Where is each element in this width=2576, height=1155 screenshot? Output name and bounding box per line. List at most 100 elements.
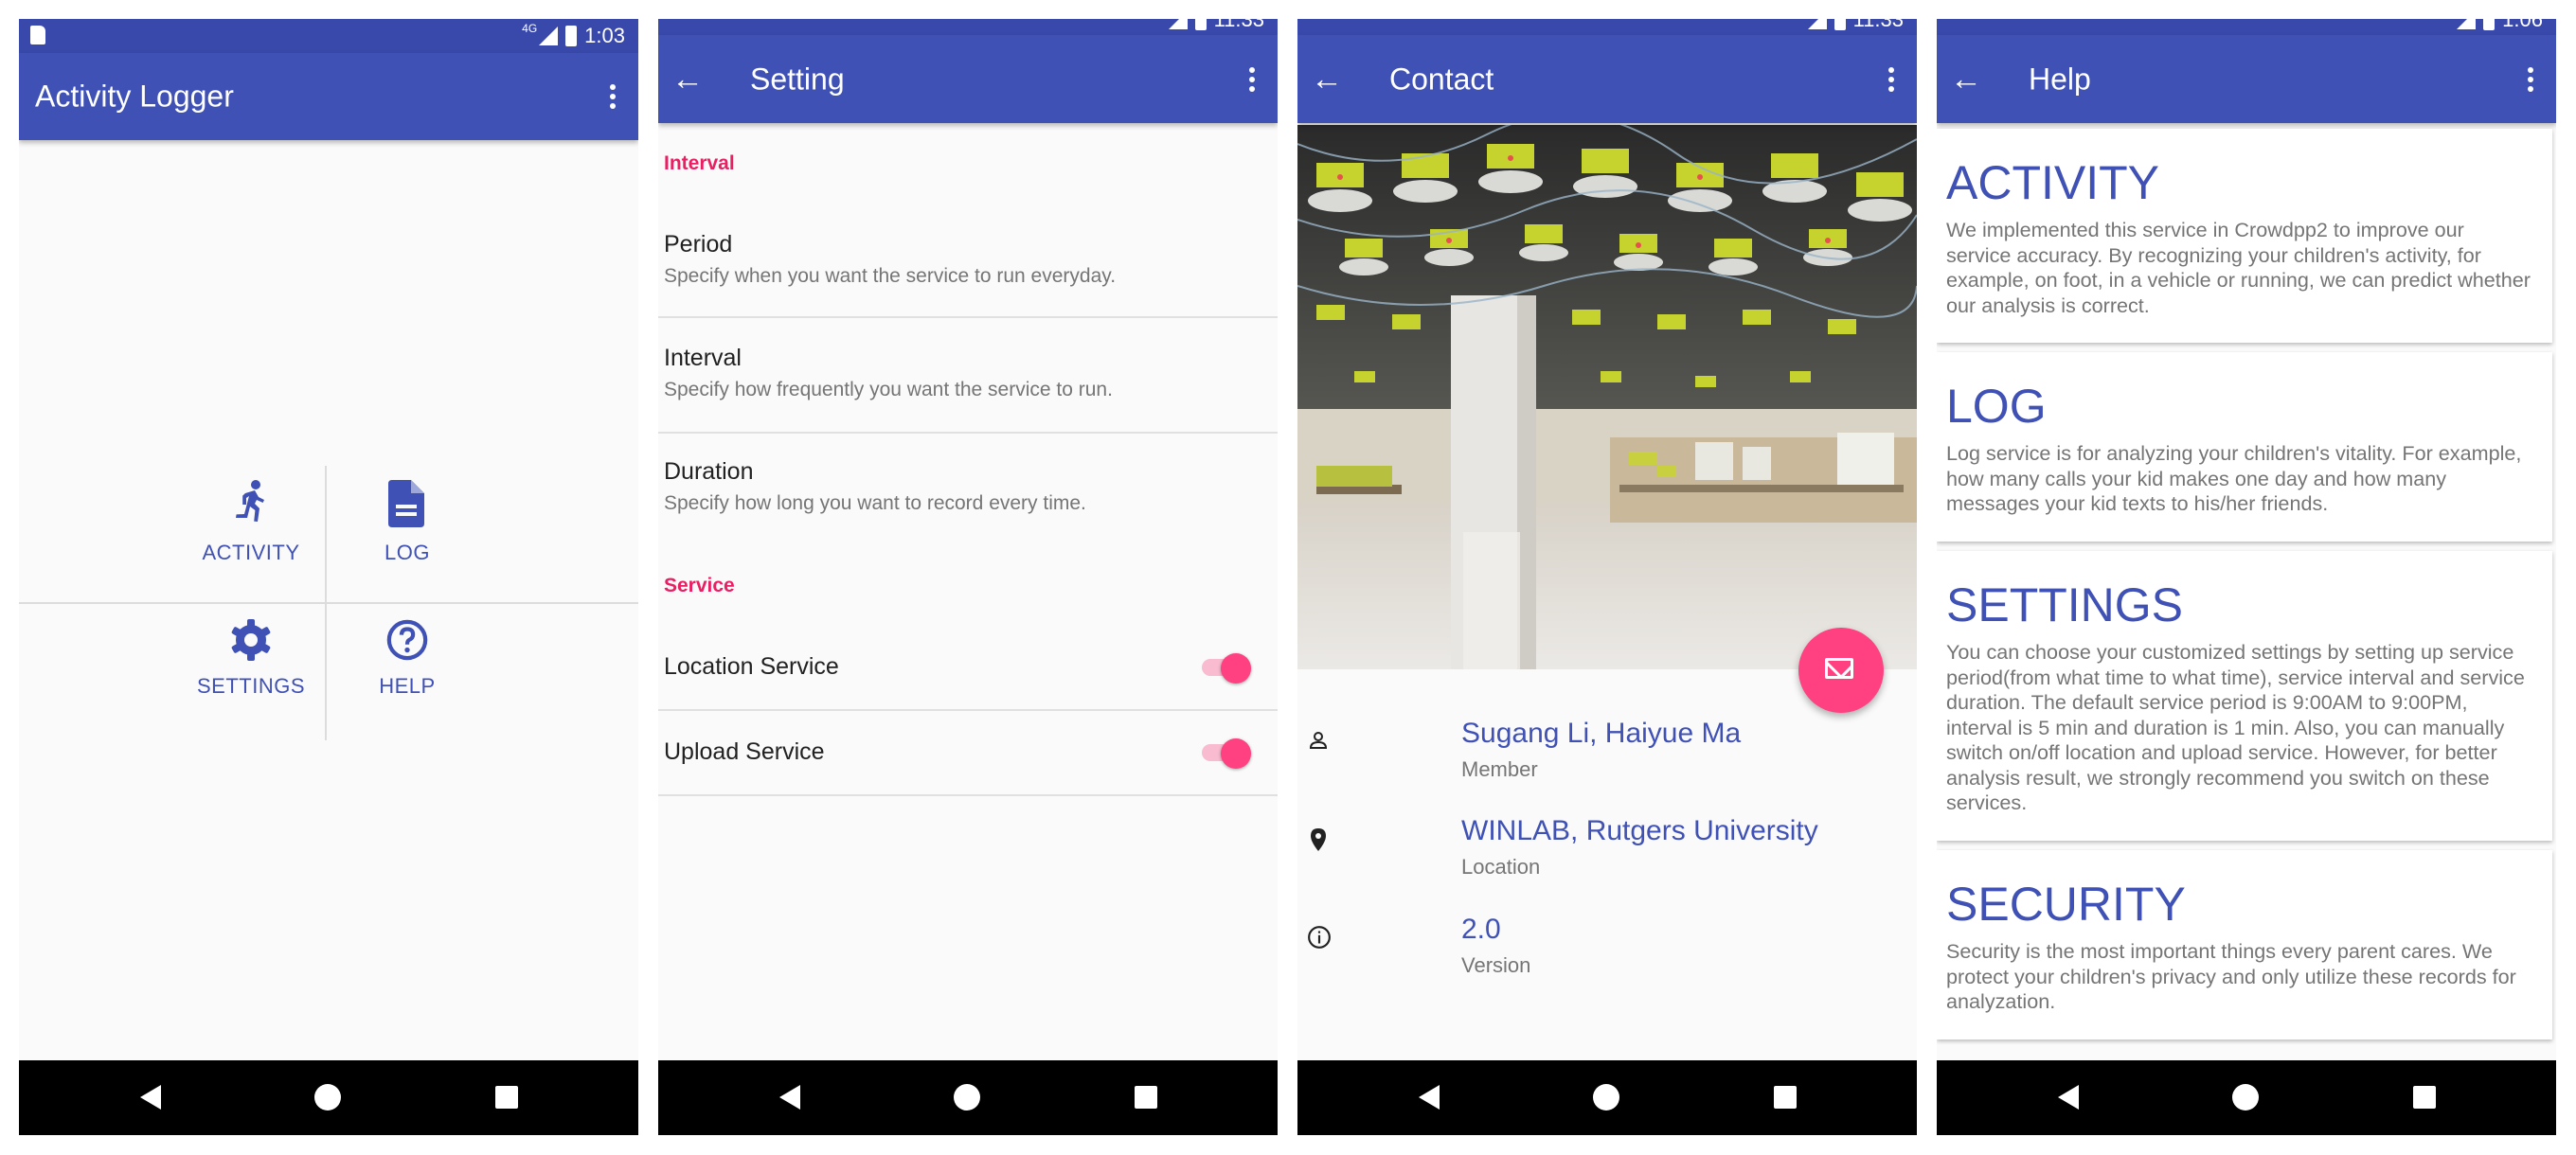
nav-back-icon[interactable] — [1419, 1085, 1440, 1110]
battery-icon — [1834, 19, 1846, 30]
overflow-menu-icon[interactable] — [1888, 63, 1894, 96]
category-service: Service — [664, 575, 735, 596]
help-card-settings: SETTINGS You can choose your customized … — [1937, 551, 2552, 841]
app-bar: Activity Logger — [19, 53, 638, 140]
card-body: Log service is for analyzing your childr… — [1946, 441, 2522, 515]
pref-title: Interval — [664, 345, 742, 371]
upload-service-toggle[interactable] — [1198, 738, 1251, 769]
email-fab[interactable] — [1798, 628, 1884, 713]
overflow-menu-icon[interactable] — [1249, 63, 1255, 96]
pref-title: Location Service — [664, 653, 839, 680]
battery-icon — [1194, 19, 1207, 30]
sd-card-icon — [30, 26, 45, 44]
pref-summary: Specify how frequently you want the serv… — [664, 379, 1113, 400]
system-nav-bar — [658, 1060, 1278, 1135]
status-clock: 1:06 — [2502, 19, 2543, 31]
location-value: WINLAB, Rutgers University — [1461, 815, 1818, 846]
card-heading: SETTINGS — [1946, 578, 2184, 631]
pref-upload-service[interactable]: Upload Service — [658, 711, 1278, 796]
log-button[interactable]: LOG — [341, 478, 474, 565]
overflow-menu-icon[interactable] — [610, 80, 616, 113]
status-bar: 4G 1:03 — [19, 19, 638, 53]
app-bar: ← Help — [1937, 35, 2556, 123]
battery-icon — [2483, 19, 2496, 30]
battery-icon — [565, 26, 578, 46]
pref-title: Upload Service — [664, 738, 825, 765]
back-arrow-icon[interactable]: ← — [1950, 61, 1982, 98]
pref-duration[interactable]: Duration Specify how long you want to re… — [658, 434, 1278, 547]
status-clock: 11:33 — [1852, 19, 1904, 31]
grid-divider — [325, 466, 327, 602]
contact-member-row: Sugang Li, Haiyue Ma Member — [1297, 718, 1917, 803]
location-pin-icon — [1311, 828, 1326, 851]
location-service-toggle[interactable] — [1198, 653, 1251, 684]
nav-home-icon[interactable] — [2232, 1084, 2259, 1111]
activity-button[interactable]: ACTIVITY — [194, 478, 308, 565]
contact-location-row: WINLAB, Rutgers University Location — [1297, 815, 1917, 900]
contact-screen: 11:33 ← Contact Sugang Li, Haiyue Ma Mem… — [1297, 19, 1917, 1135]
help-button[interactable]: HELP — [341, 617, 474, 699]
grid-divider — [19, 602, 638, 604]
pref-interval[interactable]: Interval Specify how frequently you want… — [658, 318, 1278, 434]
gear-icon — [231, 619, 271, 661]
nav-recents-icon[interactable] — [1774, 1086, 1797, 1109]
nav-recents-icon[interactable] — [2413, 1086, 2436, 1109]
page-title: Contact — [1389, 62, 1494, 96]
nav-back-icon[interactable] — [2058, 1085, 2079, 1110]
nav-home-icon[interactable] — [314, 1084, 341, 1111]
grid-divider — [325, 604, 327, 740]
system-nav-bar — [1937, 1060, 2556, 1135]
card-heading: LOG — [1946, 380, 2047, 433]
signal-icon — [2457, 19, 2477, 29]
log-label: LOG — [385, 541, 430, 564]
pref-summary: Specify when you want the service to run… — [664, 265, 1117, 287]
app-bar: ← Setting — [658, 35, 1278, 123]
card-body: We implemented this service in Crowdpp2 … — [1946, 218, 2531, 317]
status-bar: 11:33 — [1297, 19, 1917, 35]
pref-title: Duration — [664, 458, 754, 485]
signal-icon — [1807, 19, 1827, 29]
help-screen: 1:06 ← Help ACTIVITY We implemented this… — [1937, 19, 2556, 1135]
help-label: HELP — [379, 674, 436, 698]
nav-recents-icon[interactable] — [495, 1086, 518, 1109]
info-icon — [1308, 926, 1331, 949]
status-bar: 1:06 — [1937, 19, 2556, 35]
settings-screen: 11:33 ← Setting Interval Period Specify … — [658, 19, 1278, 1135]
pref-period[interactable]: Period Specify when you want the service… — [658, 208, 1278, 318]
help-card-log: LOG Log service is for analyzing your ch… — [1937, 352, 2552, 542]
card-body: Security is the most important things ev… — [1946, 939, 2516, 1013]
card-heading: ACTIVITY — [1946, 156, 2160, 209]
status-clock: 1:03 — [584, 24, 625, 47]
nav-home-icon[interactable] — [1593, 1084, 1619, 1111]
nav-back-icon[interactable] — [779, 1085, 800, 1110]
nav-home-icon[interactable] — [954, 1084, 980, 1111]
back-arrow-icon[interactable]: ← — [1311, 61, 1343, 98]
home-screen: 4G 1:03 Activity Logger ACTIVITY LOG SET… — [19, 19, 638, 1135]
app-bar: ← Contact — [1297, 35, 1917, 123]
run-icon — [236, 480, 264, 522]
lab-photo — [1297, 125, 1917, 669]
back-arrow-icon[interactable]: ← — [671, 61, 704, 98]
signal-icon — [539, 27, 559, 45]
location-label: Location — [1461, 855, 1541, 879]
network-type: 4G — [522, 22, 538, 35]
document-icon — [388, 480, 424, 527]
pref-location-service[interactable]: Location Service — [658, 626, 1278, 711]
nav-recents-icon[interactable] — [1135, 1086, 1157, 1109]
pref-summary: Specify how long you want to record ever… — [664, 492, 1086, 514]
person-icon — [1309, 732, 1328, 749]
member-value: Sugang Li, Haiyue Ma — [1461, 718, 1742, 749]
card-body: You can choose your customized settings … — [1946, 640, 2525, 814]
pref-title: Period — [664, 231, 733, 258]
overflow-menu-icon[interactable] — [2528, 63, 2533, 96]
category-interval: Interval — [664, 152, 735, 174]
page-title: Activity Logger — [35, 79, 234, 114]
system-nav-bar — [19, 1060, 638, 1135]
nav-back-icon[interactable] — [140, 1085, 161, 1110]
page-title: Setting — [750, 62, 845, 96]
version-label: Version — [1461, 953, 1531, 977]
settings-button[interactable]: SETTINGS — [194, 617, 308, 699]
signal-icon — [1168, 19, 1188, 29]
settings-label: SETTINGS — [196, 674, 305, 698]
page-title: Help — [2029, 62, 2091, 96]
